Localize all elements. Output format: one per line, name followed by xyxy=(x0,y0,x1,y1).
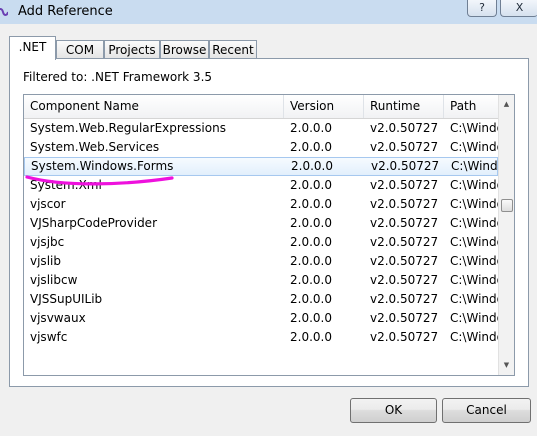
runtime-cell: v2.0.50727 xyxy=(370,178,439,192)
tab-projects[interactable]: Projects xyxy=(104,40,160,59)
component-name-cell: System.Xml xyxy=(30,178,102,192)
version-cell: 2.0.0.0 xyxy=(290,235,332,249)
visual-studio-icon xyxy=(0,6,9,18)
tab-browse[interactable]: Browse xyxy=(160,40,209,59)
runtime-cell: v2.0.50727 xyxy=(370,121,439,135)
runtime-cell: v2.0.50727 xyxy=(371,159,440,173)
runtime-cell: v2.0.50727 xyxy=(370,254,439,268)
tab-label: Projects xyxy=(108,43,156,57)
component-name-cell: System.Web.Services xyxy=(30,140,160,154)
filter-label: Filtered to: .NET Framework 3.5 xyxy=(23,70,213,84)
runtime-cell: v2.0.50727 xyxy=(370,292,439,306)
version-cell: 2.0.0.0 xyxy=(290,254,332,268)
path-cell: C:\Windo xyxy=(450,216,498,230)
tab-label: COM xyxy=(65,43,95,57)
runtime-cell: v2.0.50727 xyxy=(370,273,439,287)
component-name-cell: vjslib xyxy=(30,254,61,268)
component-name-cell: vjsjbc xyxy=(30,235,65,249)
path-cell: C:\Windo xyxy=(451,159,499,173)
tab-label: Browse xyxy=(162,43,207,57)
tab-com[interactable]: COM xyxy=(56,40,104,59)
runtime-cell: v2.0.50727 xyxy=(370,311,439,325)
table-row[interactable]: System.Web.Services 2.0.0.0 v2.0.50727 C… xyxy=(24,138,498,157)
scroll-up-arrow-icon[interactable]: ▲ xyxy=(499,97,514,112)
table-row[interactable]: vjscor 2.0.0.0 v2.0.50727 C:\Windo xyxy=(24,195,498,214)
table-row[interactable]: VJSharpCodeProvider 2.0.0.0 v2.0.50727 C… xyxy=(24,214,498,233)
close-button[interactable]: X xyxy=(500,0,537,17)
title-bar[interactable]: Add Reference ? X xyxy=(0,0,537,24)
scroll-down-arrow-icon[interactable]: ▼ xyxy=(499,358,514,373)
table-row[interactable]: vjswfc 2.0.0.0 v2.0.50727 C:\Windo xyxy=(24,328,498,347)
path-cell: C:\Windo xyxy=(450,254,498,268)
tab-panel-dotnet: Filtered to: .NET Framework 3.5 Componen… xyxy=(9,58,529,387)
version-cell: 2.0.0.0 xyxy=(290,273,332,287)
version-cell: 2.0.0.0 xyxy=(290,330,332,344)
list-header: Component Name Version Runtime Path xyxy=(24,95,498,119)
table-row[interactable]: vjsjbc 2.0.0.0 v2.0.50727 C:\Windo xyxy=(24,233,498,252)
table-row[interactable]: System.Xml 2.0.0.0 v2.0.50727 C:\Windo xyxy=(24,176,498,195)
component-name-cell: VJSSupUILib xyxy=(30,292,103,306)
path-cell: C:\Windo xyxy=(450,197,498,211)
component-name-cell: System.Web.RegularExpressions xyxy=(30,121,226,135)
table-row[interactable]: vjslibcw 2.0.0.0 v2.0.50727 C:\Windo xyxy=(24,271,498,290)
tab-recent[interactable]: Recent xyxy=(209,40,257,59)
runtime-cell: v2.0.50727 xyxy=(370,330,439,344)
version-cell: 2.0.0.0 xyxy=(291,159,333,173)
close-icon: X xyxy=(515,1,524,14)
component-name-cell: vjswfc xyxy=(30,330,68,344)
runtime-cell: v2.0.50727 xyxy=(370,197,439,211)
version-cell: 2.0.0.0 xyxy=(290,121,332,135)
path-cell: C:\Windo xyxy=(450,330,498,344)
path-cell: C:\Windo xyxy=(450,311,498,325)
column-header-runtime[interactable]: Runtime xyxy=(364,95,444,118)
tab-label: .NET xyxy=(18,40,47,54)
version-cell: 2.0.0.0 xyxy=(290,178,332,192)
column-header-path[interactable]: Path xyxy=(444,95,498,118)
runtime-cell: v2.0.50727 xyxy=(370,216,439,230)
runtime-cell: v2.0.50727 xyxy=(370,235,439,249)
table-row[interactable]: vjsvwaux 2.0.0.0 v2.0.50727 C:\Windo xyxy=(24,309,498,328)
dialog-body: .NET COM Projects Browse Recent Filtered… xyxy=(0,24,537,436)
version-cell: 2.0.0.0 xyxy=(290,197,332,211)
version-cell: 2.0.0.0 xyxy=(290,292,332,306)
runtime-cell: v2.0.50727 xyxy=(370,140,439,154)
table-row[interactable]: vjslib 2.0.0.0 v2.0.50727 C:\Windo xyxy=(24,252,498,271)
component-name-cell: vjsvwaux xyxy=(30,311,86,325)
window-title: Add Reference xyxy=(18,4,113,19)
component-list[interactable]: Component Name Version Runtime Path Syst… xyxy=(23,94,515,376)
version-cell: 2.0.0.0 xyxy=(290,140,332,154)
path-cell: C:\Windo xyxy=(450,121,498,135)
path-cell: C:\Windo xyxy=(450,178,498,192)
help-icon: ? xyxy=(479,1,485,14)
tab-dotnet[interactable]: .NET xyxy=(9,36,56,60)
component-name-cell: vjscor xyxy=(30,197,66,211)
cancel-button[interactable]: Cancel xyxy=(442,398,531,423)
help-button[interactable]: ? xyxy=(467,0,497,17)
table-row[interactable]: System.Web.RegularExpressions 2.0.0.0 v2… xyxy=(24,119,498,138)
tab-label: Recent xyxy=(212,43,254,57)
column-header-version[interactable]: Version xyxy=(284,95,364,118)
version-cell: 2.0.0.0 xyxy=(290,311,332,325)
table-row-selected[interactable]: System.Windows.Forms 2.0.0.0 v2.0.50727 … xyxy=(24,157,499,176)
path-cell: C:\Windo xyxy=(450,235,498,249)
vertical-scrollbar[interactable]: ▲ ▼ xyxy=(498,95,514,375)
path-cell: C:\Windo xyxy=(450,273,498,287)
component-name-cell: VJSharpCodeProvider xyxy=(30,216,158,230)
path-cell: C:\Windo xyxy=(450,292,498,306)
column-header-component-name[interactable]: Component Name xyxy=(24,95,284,118)
component-name-cell: vjslibcw xyxy=(30,273,78,287)
table-row[interactable]: VJSSupUILib 2.0.0.0 v2.0.50727 C:\Windo xyxy=(24,290,498,309)
scroll-thumb[interactable] xyxy=(501,199,513,212)
version-cell: 2.0.0.0 xyxy=(290,216,332,230)
component-name-cell: System.Windows.Forms xyxy=(31,159,174,173)
ok-button[interactable]: OK xyxy=(350,398,437,423)
list-rows: System.Web.RegularExpressions 2.0.0.0 v2… xyxy=(24,119,499,347)
path-cell: C:\Windo xyxy=(450,140,498,154)
